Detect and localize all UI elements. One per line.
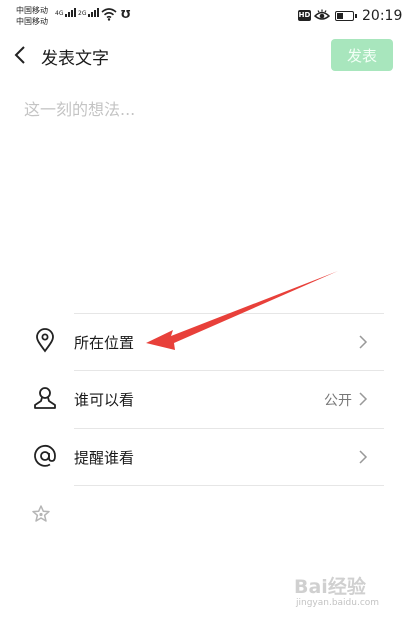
option-mention[interactable]: 提醒谁看 (0, 429, 410, 485)
option-value: 公开 (324, 393, 352, 409)
publish-button[interactable]: 发表 (331, 39, 393, 71)
chevron-right-icon (359, 450, 368, 464)
signal-1-icon: 4G (55, 8, 77, 17)
option-label: 谁可以看 (74, 391, 135, 409)
chevron-right-icon (359, 392, 368, 406)
star-icon[interactable] (31, 504, 51, 524)
post-text-input[interactable]: 这一刻的想法... (24, 96, 135, 120)
carrier-2: 中国移动 (16, 17, 48, 26)
wifi-icon (101, 8, 117, 21)
page-title: 发表文字 (41, 49, 109, 69)
status-bar: 中国移动 中国移动 4G 2G Ʊ HD 20:19 (0, 0, 410, 34)
eye-comfort-icon (314, 9, 330, 20)
chevron-right-icon (359, 335, 368, 349)
divider (74, 485, 384, 486)
option-label: 提醒谁看 (74, 449, 135, 467)
hd-icon: HD (298, 10, 311, 21)
annotation-arrow (146, 271, 338, 350)
option-location[interactable]: 所在位置 (0, 314, 410, 370)
at-sign-icon (34, 444, 56, 467)
watermark: Bai经验 jingyan.baidu.com (294, 568, 404, 612)
clock: 20:19 (362, 8, 403, 24)
watermark-brand: Bai经验 (294, 576, 366, 598)
watermark-url: jingyan.baidu.com (296, 598, 380, 608)
carrier-labels: 中国移动 中国移动 (16, 5, 48, 27)
option-visibility[interactable]: 谁可以看 公开 (0, 371, 410, 427)
back-arrow-icon[interactable] (12, 44, 32, 66)
carrier-1: 中国移动 (16, 6, 48, 15)
option-label: 所在位置 (74, 334, 135, 352)
notification-u-icon: Ʊ (121, 8, 131, 21)
battery-icon (335, 11, 357, 21)
person-icon (34, 387, 56, 409)
location-pin-icon (36, 328, 54, 353)
signal-2-icon: 2G (78, 8, 100, 17)
